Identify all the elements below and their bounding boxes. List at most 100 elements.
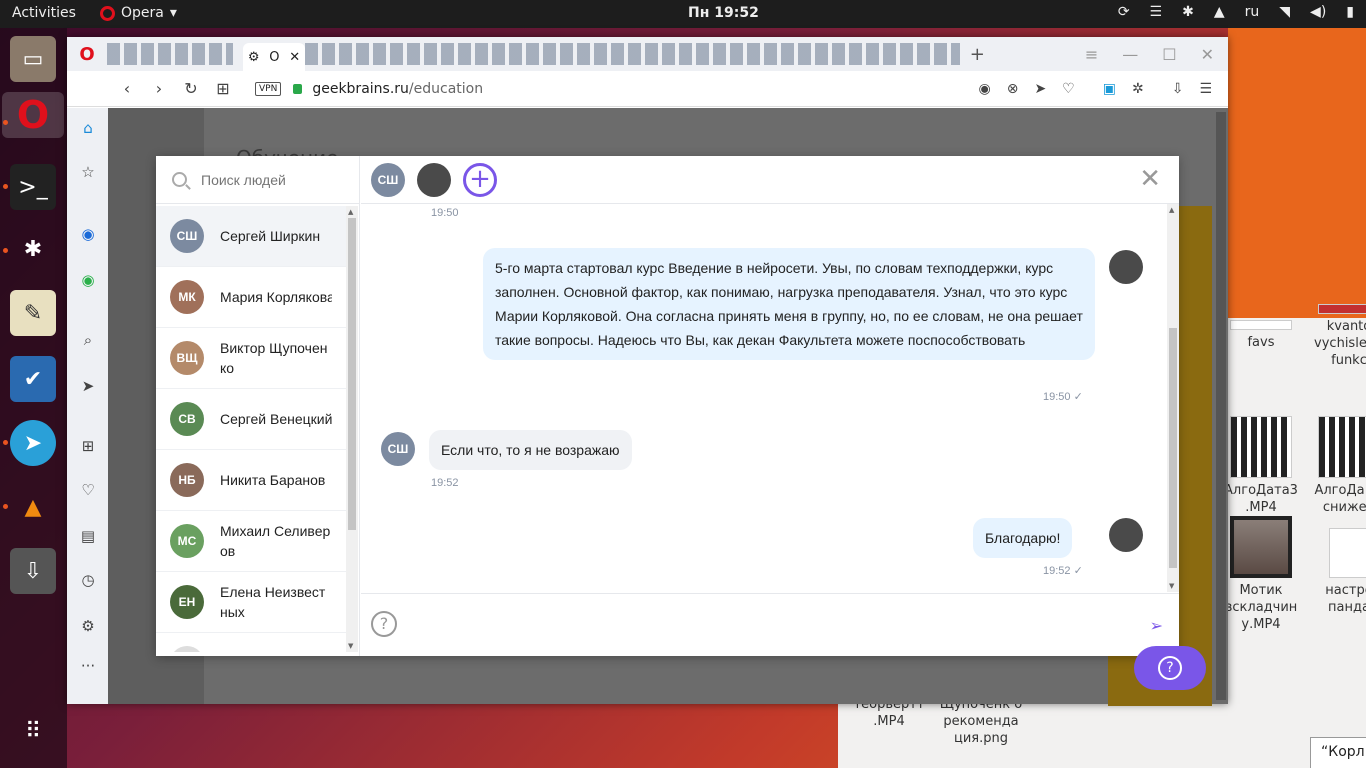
tab-active[interactable]: ⚙ О ✕ [243,43,305,71]
home-icon[interactable]: ⌂ [76,116,100,140]
speed-dial-icon[interactable]: ⊞ [207,79,239,98]
other-tabs[interactable] [305,43,960,65]
language-indicator[interactable]: ru [1245,4,1260,20]
help-icon[interactable]: ? [371,611,397,637]
camera-icon[interactable]: ◉ [978,81,990,97]
contact-item[interactable]: СВ Сергей Венецкий [156,389,346,450]
pinned-tabs[interactable] [107,43,233,65]
scrollbar-thumb[interactable] [1169,328,1177,568]
send-icon[interactable]: ➤ [1034,81,1046,97]
notes-icon[interactable]: ☰ [1150,4,1163,20]
tasks-app-icon[interactable]: ✔ [10,356,56,402]
tab-menu-icon[interactable]: ≡ [1085,45,1098,64]
minimize-button[interactable]: — [1122,45,1138,64]
volume-icon[interactable]: ◀) [1310,4,1326,20]
forward-button[interactable]: › [143,79,175,98]
heart-icon[interactable]: ♡ [76,478,100,502]
maximize-button[interactable]: ☐ [1162,45,1176,64]
avatar: СШ [170,219,204,253]
contact-item[interactable]: МС Михаил Селиверов [156,511,346,572]
rename-field[interactable]: “Корл [1310,737,1366,768]
opera-app-icon[interactable]: O [2,92,64,138]
messages-scrollbar[interactable]: ▲ ▼ [1167,204,1179,592]
message-time: 19:50 [431,207,459,219]
text-editor-app-icon[interactable]: ✎ [10,290,56,336]
back-button[interactable]: ‹ [111,79,143,98]
contact-item[interactable]: СШ Сергей Ширкин [156,206,346,267]
messenger-icon[interactable]: ◉ [76,222,100,246]
participant-avatar[interactable] [417,162,451,197]
terminal-app-icon[interactable]: >_ [10,164,56,210]
scroll-up-arrow[interactable]: ▲ [1169,206,1174,214]
more-icon[interactable]: ··· [76,654,100,678]
contact-item[interactable]: ЕН Елена Неизвестных [156,572,346,633]
participant-avatar[interactable]: СШ [371,162,405,197]
history-icon[interactable]: ◷ [76,568,100,592]
desktop-orange-area [1228,28,1366,318]
news-icon[interactable]: ▤ [76,524,100,548]
new-tab-button[interactable]: + [970,44,985,65]
scroll-up-arrow[interactable]: ▲ [348,208,353,216]
heart-icon[interactable]: ♡ [1062,81,1075,97]
contact-item[interactable] [156,633,346,652]
people-search-input[interactable] [201,171,351,188]
wifi-icon[interactable]: ◥ [1279,4,1290,20]
search-icon[interactable]: ⌕ [76,328,100,352]
opera-menu-icon[interactable]: O [67,44,107,65]
clock[interactable]: Пн 19:52 [688,5,759,21]
activities-button[interactable]: Activities [12,5,76,21]
scroll-down-arrow[interactable]: ▼ [348,642,353,650]
update-icon[interactable]: ⟳ [1118,4,1130,20]
installer-app-icon[interactable]: ⇩ [10,548,56,594]
whatsapp-icon[interactable]: ◉ [76,268,100,292]
contact-item[interactable]: ВЩ Виктор Щупоченко [156,328,346,389]
close-window-button[interactable]: ✕ [1201,45,1214,64]
download-icon[interactable]: ⇩ [1172,81,1184,97]
extension-icon[interactable]: ✲ [1132,81,1144,97]
vlc-tray-icon[interactable]: ▲ [1214,4,1225,20]
close-icon[interactable]: ✕ [1139,166,1161,192]
address-actions: ◉ ⊗ ➤ ♡ ▣ ✲ ⇩ ☰ [978,81,1228,97]
tabs-icon[interactable]: ⊞ [76,434,100,458]
vpn-badge[interactable]: VPN [255,81,282,96]
slack-app-icon[interactable]: ✱ [10,226,56,272]
page-scrollbar[interactable] [1216,112,1226,700]
tab-close-icon[interactable]: ✕ [289,50,300,65]
show-apps-icon[interactable]: ⠿ [10,708,56,754]
avatar [170,646,204,652]
support-button[interactable]: ? [1134,646,1206,690]
message-time: 19:50 ✓ [1043,391,1083,403]
desktop-file[interactable]: АлгоДа 8_ снижен [1304,416,1366,516]
battery-icon[interactable]: ▮ [1346,4,1354,20]
desktop-file[interactable]: favs [1216,320,1306,351]
lock-icon[interactable] [293,83,303,94]
files-app-icon[interactable]: ▭ [10,36,56,82]
avatar: ЕН [170,585,204,619]
desktop-file[interactable]: kvanto vychisle -i-funkc [1304,304,1366,369]
reload-button[interactable]: ↻ [175,79,207,98]
message-input[interactable] [411,604,1111,644]
settings-icon[interactable]: ⚙ [76,614,100,638]
desktop-file[interactable]: АлгоДата3 .MP4 [1216,416,1306,516]
url-field[interactable]: geekbrains.ru/education [312,81,483,97]
app-menu[interactable]: Opera ▾ [100,5,177,21]
send-icon[interactable]: ➤ [76,374,100,398]
vlc-app-icon[interactable]: ▲ [10,484,56,530]
easy-setup-icon[interactable]: ☰ [1199,81,1212,97]
contact-item[interactable]: НБ Никита Баранов [156,450,346,511]
send-message-icon[interactable]: ➢ [1150,616,1163,635]
scroll-down-arrow[interactable]: ▼ [1169,582,1174,590]
message-thread: 19:50 5-го марта стартовал курс Введение… [361,204,1179,592]
desktop-file[interactable]: Мотик вскладчин у.MP4 [1216,516,1306,633]
add-participant-button[interactable]: + [463,162,497,197]
star-icon[interactable]: ☆ [76,160,100,184]
desktop-file[interactable]: настро панда [1304,528,1366,616]
adblock-icon[interactable]: ⊗ [1007,81,1019,97]
contacts-scrollbar[interactable]: ▲ ▼ [346,206,358,652]
slack-tray-icon[interactable]: ✱ [1182,4,1194,20]
contact-item[interactable]: МК Мария Корлякова [156,267,346,328]
telegram-app-icon[interactable]: ➤ [10,420,56,466]
scrollbar-thumb[interactable] [348,218,356,530]
contact-name: Никита Баранов [220,472,326,488]
extension-icon[interactable]: ▣ [1103,81,1116,97]
